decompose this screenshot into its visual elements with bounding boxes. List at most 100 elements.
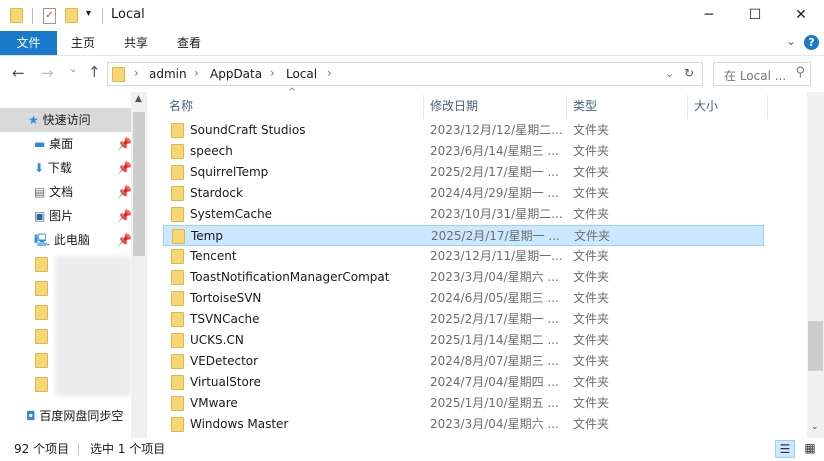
file-scrollbar[interactable]: ⌄ <box>807 92 824 438</box>
file-row[interactable]: UCKS.CN 2025/1月/14/星期二 ... 文件夹 <box>163 330 764 351</box>
folder-icon <box>171 375 184 390</box>
file-date: 2023/10月/31/星期二... <box>430 207 563 221</box>
file-row[interactable]: Stardock 2024/4月/29/星期一 ... 文件夹 <box>163 183 764 204</box>
dropdown-icon[interactable]: ⌄ <box>665 67 674 80</box>
breadcrumb-local[interactable]: Local <box>286 67 317 81</box>
customize-toolbar-icon[interactable]: ▾ <box>86 8 91 19</box>
file-row[interactable]: SystemCache 2023/10月/31/星期二... 文件夹 <box>163 204 764 225</box>
file-row[interactable]: VirtualStore 2024/7月/04/星期四 ... 文件夹 <box>163 372 764 393</box>
file-row[interactable]: Windows Master 2023/3月/04/星期六 ... 文件夹 <box>163 414 764 435</box>
file-date: 2023/3月/04/星期六 ... <box>430 270 559 284</box>
nav-quick-access[interactable]: ★ 快速访问 <box>0 108 131 132</box>
file-type: 文件夹 <box>573 186 610 200</box>
nav-label: 此电脑 <box>53 233 90 247</box>
refresh-button[interactable]: ↻ <box>684 66 694 80</box>
file-name: SquirrelTemp <box>190 165 269 179</box>
file-row[interactable]: speech 2023/6月/14/星期三 ... 文件夹 <box>163 141 764 162</box>
maximize-button[interactable]: ☐ <box>732 0 778 31</box>
file-row[interactable]: Tencent 2023/12月/11/星期一... 文件夹 <box>163 246 764 267</box>
close-button[interactable]: ✕ <box>778 0 824 31</box>
breadcrumb-appdata[interactable]: AppData <box>210 67 262 81</box>
file-name: TSVNCache <box>190 312 260 326</box>
pin-icon: 📌 <box>117 137 132 151</box>
search-icon: ⚲ <box>795 65 805 80</box>
folder-icon[interactable] <box>35 377 48 392</box>
scroll-up-icon[interactable]: ▲ <box>135 94 142 104</box>
file-row[interactable]: SquirrelTemp 2025/2月/17/星期一 ... 文件夹 <box>163 162 764 183</box>
file-row[interactable]: VEDetector 2024/8月/07/星期三 ... 文件夹 <box>163 351 764 372</box>
nav-pictures[interactable]: ▣ 图片 📌 <box>0 204 132 228</box>
recent-locations-button[interactable]: ⌄ <box>69 64 77 75</box>
expand-ribbon-icon[interactable]: ⌄ <box>786 34 796 48</box>
breadcrumb-separator: › <box>194 66 199 80</box>
file-row[interactable]: TortoiseSVN 2024/6月/05/星期三 ... 文件夹 <box>163 288 764 309</box>
file-date: 2025/2月/17/星期一 ... <box>430 312 559 326</box>
file-row[interactable]: Temp 2025/2月/17/星期一 ... 文件夹 <box>163 225 764 246</box>
up-button[interactable]: ↑ <box>88 63 101 81</box>
scroll-down-icon[interactable]: ⌄ <box>811 422 819 432</box>
large-icons-view-button[interactable]: ▦ <box>800 440 820 458</box>
file-type: 文件夹 <box>573 144 610 158</box>
file-date: 2025/1月/14/星期二 ... <box>430 333 559 347</box>
folder-icon[interactable] <box>35 281 48 296</box>
details-view-button[interactable]: ☰ <box>775 440 795 458</box>
folder-icon[interactable] <box>35 329 48 344</box>
file-date: 2023/3月/04/星期六 ... <box>430 417 559 431</box>
nav-baidu-sync[interactable]: ◘ 百度网盘同步空 <box>0 404 131 428</box>
properties-icon[interactable]: ✓ <box>43 8 56 24</box>
tab-share[interactable]: 共享 <box>115 31 157 55</box>
divider <box>102 8 103 24</box>
file-name: SoundCraft Studios <box>190 123 306 137</box>
file-row[interactable]: VMware 2025/1月/10/星期五 ... 文件夹 <box>163 393 764 414</box>
new-folder-icon[interactable] <box>65 8 78 23</box>
breadcrumb-admin[interactable]: admin <box>149 67 187 81</box>
help-icon[interactable]: ? <box>804 35 819 50</box>
column-type[interactable]: 类型 <box>567 95 688 119</box>
file-row[interactable]: ToastNotificationManagerCompat 2023/3月/0… <box>163 267 764 288</box>
folder-icon <box>171 165 184 180</box>
navigation-pane: ★ 快速访问 ▬ 桌面 📌 ⬇ 下载 📌 ▤ 文档 📌 ▣ 图片 📌 🖳 此电脑 📌 ◘ … <box>0 92 147 438</box>
star-icon: ★ <box>28 113 39 127</box>
search-input[interactable]: 在 Local ... ⚲ <box>713 62 811 86</box>
column-date[interactable]: 修改日期 <box>424 95 567 119</box>
nav-desktop[interactable]: ▬ 桌面 📌 <box>0 132 132 156</box>
folder-icon <box>171 291 184 306</box>
scroll-thumb[interactable] <box>133 112 145 256</box>
file-row[interactable]: TSVNCache 2025/2月/17/星期一 ... 文件夹 <box>163 309 764 330</box>
column-name[interactable]: 名称 <box>163 95 424 119</box>
file-name: VMware <box>190 396 238 410</box>
file-date: 2024/4月/29/星期一 ... <box>430 186 559 200</box>
status-bar: 92 个项目 选中 1 个项目 ☰ ▦ <box>0 438 824 461</box>
folder-icon[interactable] <box>35 305 48 320</box>
nav-documents[interactable]: ▤ 文档 📌 <box>0 180 132 204</box>
folder-icon[interactable] <box>35 353 48 368</box>
nav-label: 文档 <box>49 185 74 199</box>
file-date: 2023/6月/14/星期三 ... <box>430 144 559 158</box>
file-row[interactable]: SoundCraft Studios 2023/12月/12/星期二... 文件… <box>163 120 764 141</box>
address-row: ← → ⌄ ↑ › admin › AppData › Local › ⌄ ↻ … <box>0 56 824 92</box>
minimize-button[interactable]: ─ <box>686 0 732 31</box>
address-bar[interactable]: › admin › AppData › Local › ⌄ ↻ <box>107 62 703 86</box>
scroll-thumb[interactable] <box>808 321 823 371</box>
tab-file[interactable]: 文件 <box>0 31 57 55</box>
download-icon: ⬇ <box>34 161 45 175</box>
nav-scrollbar[interactable]: ▲ <box>131 92 147 438</box>
file-type: 文件夹 <box>573 291 610 305</box>
folder-icon[interactable] <box>35 257 48 272</box>
file-date: 2025/2月/17/星期一 ... <box>431 229 560 243</box>
forward-button[interactable]: → <box>41 64 54 82</box>
nav-downloads[interactable]: ⬇ 下载 📌 <box>0 156 132 180</box>
file-name: Temp <box>191 229 223 243</box>
item-count: 92 个项目 <box>14 442 70 456</box>
nav-label: 下载 <box>47 161 72 175</box>
tab-home[interactable]: 主页 <box>62 31 104 55</box>
tab-view[interactable]: 查看 <box>168 31 210 55</box>
file-type: 文件夹 <box>573 207 610 221</box>
column-size[interactable]: 大小 <box>688 95 768 119</box>
nav-this-pc[interactable]: 🖳 此电脑 📌 <box>0 228 132 252</box>
folder-icon <box>10 8 23 23</box>
pin-icon: 📌 <box>117 233 132 247</box>
back-button[interactable]: ← <box>12 64 25 82</box>
file-type: 文件夹 <box>573 417 610 431</box>
folder-icon <box>171 354 184 369</box>
